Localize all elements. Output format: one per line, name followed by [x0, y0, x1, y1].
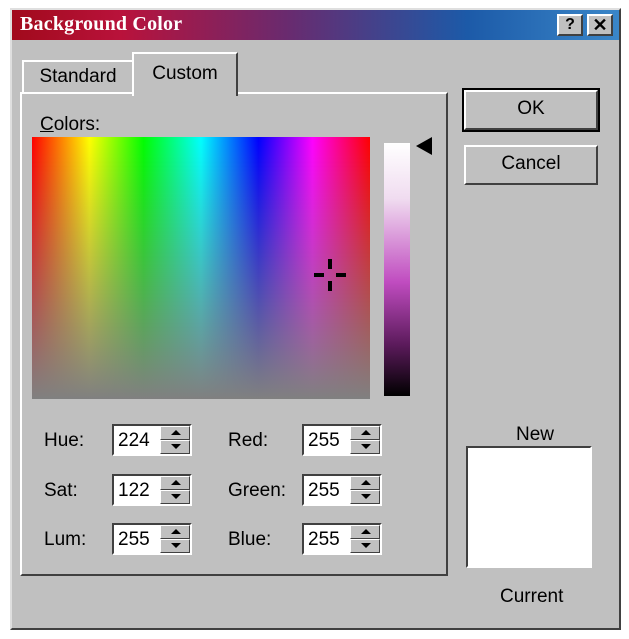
lum-label: Lum:	[44, 529, 87, 550]
cancel-button[interactable]: Cancel	[464, 145, 598, 185]
tab-standard[interactable]: Standard	[22, 60, 134, 94]
lum-up-arrow-icon[interactable]	[160, 525, 190, 539]
hue-down-arrow-icon[interactable]	[160, 440, 190, 454]
red-field[interactable]: 255	[302, 424, 382, 456]
luminance-slider[interactable]	[384, 143, 410, 396]
red-value: 255	[308, 430, 340, 451]
sat-spinner[interactable]	[160, 476, 190, 504]
hue-label: Hue:	[44, 430, 85, 451]
red-spinner[interactable]	[350, 426, 380, 454]
red-label: Red:	[228, 430, 269, 451]
title-bar[interactable]: Background Color ? ✕	[12, 10, 619, 40]
hue-value: 224	[118, 430, 150, 451]
window-title: Background Color	[20, 13, 183, 35]
lum-spinner[interactable]	[160, 525, 190, 553]
blue-field[interactable]: 255	[302, 523, 382, 555]
green-down-arrow-icon[interactable]	[350, 490, 380, 504]
sat-up-arrow-icon[interactable]	[160, 476, 190, 490]
lum-down-arrow-icon[interactable]	[160, 539, 190, 553]
green-field[interactable]: 255	[302, 474, 382, 506]
help-button[interactable]: ?	[557, 14, 583, 36]
blue-value: 255	[308, 529, 340, 550]
sat-down-arrow-icon[interactable]	[160, 490, 190, 504]
red-down-arrow-icon[interactable]	[350, 440, 380, 454]
close-icon: ✕	[592, 15, 608, 35]
sat-field[interactable]: 122	[112, 474, 192, 506]
close-button[interactable]: ✕	[587, 14, 613, 36]
sat-label: Sat:	[44, 480, 78, 501]
red-up-arrow-icon[interactable]	[350, 426, 380, 440]
color-preview-swatch	[466, 446, 592, 568]
green-label: Green:	[228, 480, 287, 501]
tab-custom[interactable]: Custom	[132, 52, 238, 96]
blue-spinner[interactable]	[350, 525, 380, 553]
lum-value: 255	[118, 529, 150, 550]
hue-field[interactable]: 224	[112, 424, 192, 456]
hue-up-arrow-icon[interactable]	[160, 426, 190, 440]
luminance-arrow-icon[interactable]	[416, 137, 432, 155]
help-icon: ?	[565, 16, 575, 33]
colors-label-rest: olors:	[53, 114, 101, 135]
ok-button[interactable]: OK	[462, 88, 600, 132]
green-up-arrow-icon[interactable]	[350, 476, 380, 490]
hue-spinner[interactable]	[160, 426, 190, 454]
crosshair-cursor	[314, 259, 346, 291]
lum-field[interactable]: 255	[112, 523, 192, 555]
blue-down-arrow-icon[interactable]	[350, 539, 380, 553]
current-color-label: Current	[500, 586, 564, 607]
colors-label: Colors:	[40, 114, 101, 135]
new-color-label: New	[516, 424, 555, 445]
green-value: 255	[308, 480, 340, 501]
sat-value: 122	[118, 480, 150, 501]
blue-label: Blue:	[228, 529, 272, 550]
blue-up-arrow-icon[interactable]	[350, 525, 380, 539]
green-spinner[interactable]	[350, 476, 380, 504]
